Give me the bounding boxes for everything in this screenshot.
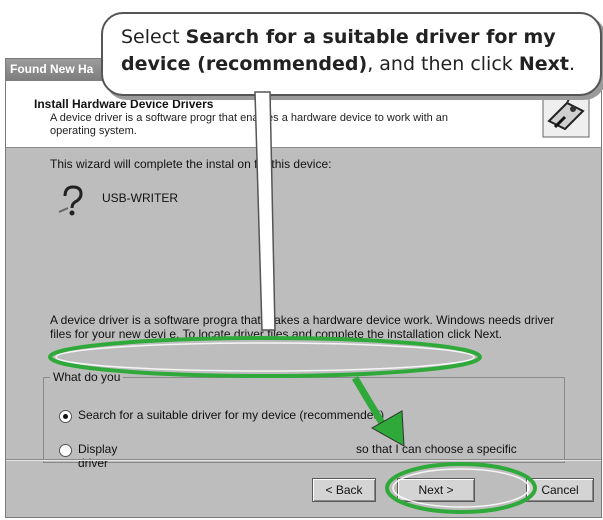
display-drivers-label-tail: so that I can choose a specific — [356, 442, 517, 456]
wizard-window: Found New Ha Install Hardware Device Dri… — [5, 58, 602, 518]
search-driver-radio[interactable] — [59, 410, 72, 423]
display-drivers-radio[interactable] — [59, 444, 72, 457]
wizard-content: This wizard will complete the instal on … — [6, 148, 601, 470]
callout-prefix: Select — [121, 26, 186, 48]
window-title: Found New Ha — [10, 62, 94, 76]
callout-suffix: . — [568, 53, 575, 75]
callout-bold-next: Next — [518, 53, 569, 75]
callout-text: Select Search for a suitable driver for … — [121, 24, 586, 78]
next-button[interactable]: Next > — [397, 478, 475, 502]
cancel-button[interactable]: Cancel — [526, 478, 594, 502]
header-title: Install Hardware Device Drivers — [34, 97, 214, 111]
device-name: USB-WRITER — [102, 191, 178, 205]
header-description: A device driver is a software progr that… — [50, 112, 449, 137]
info-paragraph: A device driver is a software progra tha… — [50, 313, 555, 341]
back-button[interactable]: < Back — [312, 478, 376, 502]
search-driver-label[interactable]: Search for a suitable driver for my devi… — [78, 408, 384, 422]
instruction-callout: Select Search for a suitable driver for … — [101, 12, 602, 96]
display-drivers-label[interactable]: Display — [78, 442, 117, 456]
options-question: What do you — [50, 370, 124, 384]
intro-text: This wizard will complete the instal on … — [50, 157, 332, 171]
unknown-device-icon — [58, 185, 83, 216]
callout-middle: , and then click — [367, 53, 519, 75]
button-separator — [6, 459, 601, 461]
